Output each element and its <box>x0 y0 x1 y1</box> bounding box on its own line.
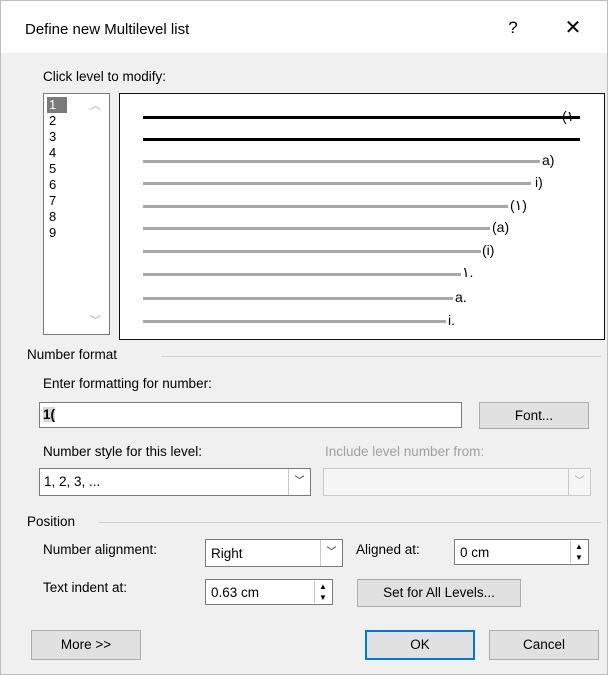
section-divider <box>161 356 601 357</box>
text-indent-value: 0.63 cm <box>211 585 260 600</box>
help-button[interactable]: ? <box>501 18 525 38</box>
preview-number-7: (i) <box>482 242 495 258</box>
level-list-label: Click level to modify: <box>43 69 167 84</box>
include-level-label: Include level number from: <box>325 444 485 459</box>
preview-number-3: a) <box>542 152 555 168</box>
aligned-at-value: 0 cm <box>460 545 490 560</box>
list-preview: (١ a) i) (١) (a) (i) ١. a. i. <box>119 93 605 340</box>
preview-line-5 <box>143 205 508 208</box>
preview-number-8: ١. <box>462 264 474 280</box>
level-item-2[interactable]: 2 <box>49 113 83 129</box>
spinner-icon[interactable]: ▲ ▼ <box>570 541 587 563</box>
level-item-3[interactable]: 3 <box>49 129 83 145</box>
level-item-6[interactable]: 6 <box>49 177 83 193</box>
preview-number-4: i) <box>535 174 543 190</box>
aligned-at-label: Aligned at: <box>356 542 420 557</box>
scroll-up-icon[interactable]: ︿ <box>90 97 101 113</box>
number-alignment-select[interactable]: Right ﹀ <box>205 539 343 567</box>
level-item-1[interactable]: 1 <box>47 97 67 113</box>
preview-number-10: i. <box>448 312 455 328</box>
preview-line-10 <box>143 320 446 323</box>
number-style-select[interactable]: 1, 2, 3, ... ﹀ <box>39 468 311 496</box>
preview-line-3 <box>143 160 540 163</box>
preview-line-4 <box>143 182 531 185</box>
multilevel-list-dialog: Define new Multilevel list ? ✕ Click lev… <box>0 0 608 675</box>
scroll-down-icon[interactable]: ﹀ <box>90 312 101 328</box>
preview-number-1: (١ <box>562 108 575 124</box>
text-indent-label: Text indent at: <box>43 580 128 595</box>
ok-button[interactable]: OK <box>365 630 475 660</box>
aligned-at-input[interactable]: 0 cm ▲ ▼ <box>454 539 589 565</box>
spinner-icon[interactable]: ▲ ▼ <box>314 581 331 603</box>
number-style-label: Number style for this level: <box>43 444 203 459</box>
format-value: 1( <box>43 407 56 422</box>
close-icon[interactable]: ✕ <box>561 15 585 40</box>
cancel-button[interactable]: Cancel <box>489 630 599 660</box>
format-input[interactable]: 1( <box>39 402 462 428</box>
preview-line-1 <box>143 116 580 119</box>
preview-line-8 <box>143 273 461 276</box>
level-item-4[interactable]: 4 <box>49 145 83 161</box>
position-section: Position <box>27 514 76 529</box>
chevron-down-icon: ﹀ <box>288 469 310 495</box>
font-button[interactable]: Font... <box>479 402 589 429</box>
dialog-title: Define new Multilevel list <box>25 21 190 38</box>
title-bar: Define new Multilevel list ? ✕ <box>1 1 607 53</box>
preview-line-2 <box>143 138 580 141</box>
set-all-levels-button[interactable]: Set for All Levels... <box>357 579 521 607</box>
chevron-down-icon: ﹀ <box>320 540 342 566</box>
more-button[interactable]: More >> <box>31 630 141 660</box>
chevron-down-icon: ﹀ <box>568 469 590 495</box>
number-alignment-value: Right <box>211 546 243 561</box>
number-style-value: 1, 2, 3, ... <box>44 474 101 489</box>
level-item-8[interactable]: 8 <box>49 209 83 225</box>
preview-line-6 <box>143 227 490 230</box>
level-item-9[interactable]: 9 <box>49 225 83 241</box>
preview-line-9 <box>143 297 453 300</box>
number-format-section: Number format <box>27 347 118 362</box>
number-alignment-label: Number alignment: <box>43 542 158 557</box>
preview-number-5: (١) <box>510 197 527 213</box>
preview-number-6: (a) <box>492 219 510 235</box>
level-item-7[interactable]: 7 <box>49 193 83 209</box>
section-divider <box>99 522 601 523</box>
level-listbox[interactable]: 1 2 3 4 5 6 7 8 9 ︿ ﹀ <box>43 93 110 335</box>
preview-line-7 <box>143 250 481 253</box>
level-item-5[interactable]: 5 <box>49 161 83 177</box>
enter-format-label: Enter formatting for number: <box>43 376 212 391</box>
preview-number-9: a. <box>455 289 467 305</box>
include-level-select: ﹀ <box>323 468 591 496</box>
text-indent-input[interactable]: 0.63 cm ▲ ▼ <box>205 579 333 605</box>
